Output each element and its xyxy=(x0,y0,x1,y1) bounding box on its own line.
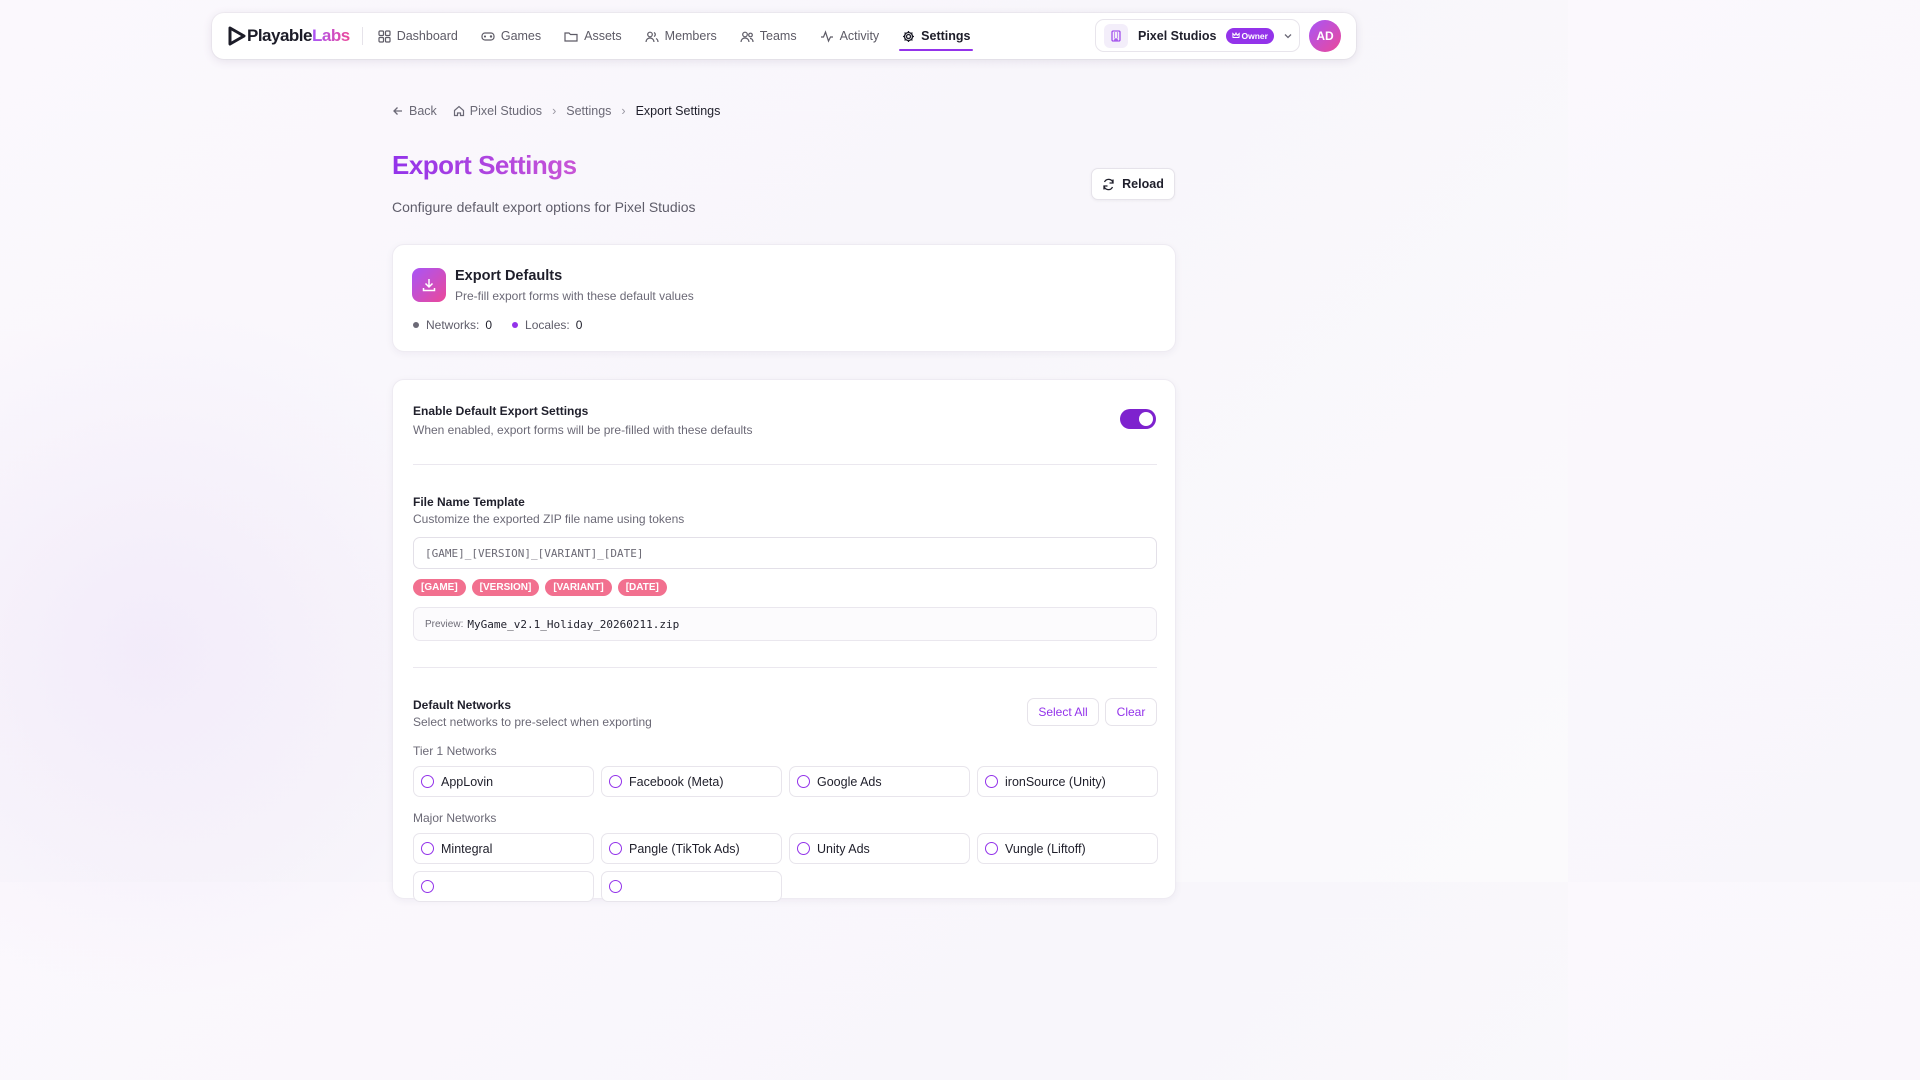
dashboard-icon xyxy=(378,29,391,43)
network-option[interactable]: Pangle (TikTok Ads) xyxy=(601,833,782,864)
nav-item-games[interactable]: Games xyxy=(481,13,541,59)
radio-icon xyxy=(985,775,998,788)
network-option[interactable]: AppLovin xyxy=(413,766,594,797)
card-title: Export Defaults xyxy=(455,268,563,284)
network-option[interactable]: Vungle (Liftoff) xyxy=(977,833,1158,864)
tier1-network-grid: AppLovin Facebook (Meta) Google Ads iron… xyxy=(413,766,1158,797)
divider xyxy=(413,464,1157,465)
export-defaults-card: Export Defaults Pre-fill export forms wi… xyxy=(392,244,1176,352)
nav-label: Settings xyxy=(921,29,971,43)
breadcrumb-current: Export Settings xyxy=(635,104,721,118)
enable-description: When enabled, export forms will be pre-f… xyxy=(413,423,753,437)
network-option[interactable]: Unity Ads xyxy=(789,833,970,864)
enable-defaults-toggle[interactable] xyxy=(1120,409,1156,429)
page-subtitle: Configure default export options for Pix… xyxy=(392,199,696,215)
filename-description: Customize the exported ZIP file name usi… xyxy=(413,512,685,526)
activity-icon xyxy=(820,29,833,43)
nav-label: Teams xyxy=(759,29,797,43)
reload-button[interactable]: Reload xyxy=(1091,168,1175,200)
token-version[interactable]: [VERSION] xyxy=(471,579,540,596)
nav-item-settings[interactable]: Settings xyxy=(899,13,974,59)
chevron-down-icon xyxy=(1284,33,1292,38)
networks-description: Select networks to pre-select when expor… xyxy=(413,715,652,729)
radio-icon xyxy=(797,842,810,855)
radio-icon xyxy=(609,842,622,855)
user-avatar[interactable]: AD xyxy=(1309,20,1341,52)
network-option[interactable]: Facebook (Meta) xyxy=(601,766,782,797)
nav-divider xyxy=(361,27,363,45)
chevron-right-icon: › xyxy=(552,104,557,118)
filename-template-input[interactable]: [GAME]_[VERSION]_[VARIANT]_[DATE] xyxy=(413,537,1157,569)
select-all-button[interactable]: Select All xyxy=(1027,698,1099,726)
card-subtitle: Pre-fill export forms with these default… xyxy=(455,289,694,303)
nav-label: Dashboard xyxy=(396,29,458,43)
radio-icon xyxy=(609,775,622,788)
refresh-icon xyxy=(1103,178,1114,190)
group-title: Major Networks xyxy=(413,811,497,825)
gamepad-icon xyxy=(481,31,495,41)
nav-label: Assets xyxy=(584,29,622,43)
page-title: Export Settings xyxy=(392,150,577,180)
top-navbar: Playable Labs Dashboard Games Assets Memb… xyxy=(212,13,1356,59)
radio-icon xyxy=(609,880,622,893)
teams-icon xyxy=(740,31,754,42)
network-option[interactable] xyxy=(413,871,594,902)
divider xyxy=(413,667,1157,668)
network-option[interactable]: Mintegral xyxy=(413,833,594,864)
filename-label: File Name Template xyxy=(413,495,525,509)
organization-selector[interactable]: Pixel Studios Owner xyxy=(1095,19,1300,52)
radio-icon xyxy=(797,775,810,788)
breadcrumb-item-org[interactable]: Pixel Studios xyxy=(453,104,542,118)
radio-icon xyxy=(421,880,434,893)
token-variant[interactable]: [VARIANT] xyxy=(545,579,612,596)
nav-item-assets[interactable]: Assets xyxy=(564,13,622,59)
nav-label: Games xyxy=(500,29,542,43)
brand-name-part2: Labs xyxy=(312,26,350,45)
organization-name: Pixel Studios xyxy=(1138,28,1217,43)
networks-count: Networks: 0 xyxy=(413,318,492,332)
arrow-left-icon xyxy=(393,107,402,115)
folder-icon xyxy=(564,31,578,42)
play-logo-icon xyxy=(228,26,246,46)
filename-preview: Preview: MyGame_v2.1_Holiday_20260211.zi… xyxy=(413,607,1157,641)
major-network-grid: Mintegral Pangle (TikTok Ads) Unity Ads … xyxy=(413,833,1158,902)
token-game[interactable]: [GAME] xyxy=(413,579,466,596)
radio-icon xyxy=(985,842,998,855)
nav-item-activity[interactable]: Activity xyxy=(820,13,880,59)
chevron-right-icon: › xyxy=(621,104,626,118)
group-title: Tier 1 Networks xyxy=(413,744,497,758)
brand-name-part1: Playable xyxy=(247,26,313,45)
nav-label: Members xyxy=(664,29,717,43)
back-link[interactable]: Back xyxy=(392,104,437,118)
crown-icon xyxy=(1231,32,1240,38)
export-settings-form: Enable Default Export Settings When enab… xyxy=(392,379,1176,902)
radio-icon xyxy=(421,842,434,855)
nav-item-dashboard[interactable]: Dashboard xyxy=(378,13,458,59)
radio-icon xyxy=(421,775,434,788)
token-date[interactable]: [DATE] xyxy=(617,579,667,596)
breadcrumb: Back Pixel Studios › Settings › Export S… xyxy=(392,104,720,118)
members-icon xyxy=(645,31,659,42)
network-option[interactable]: ironSource (Unity) xyxy=(977,766,1158,797)
enable-label: Enable Default Export Settings xyxy=(413,404,589,418)
nav-item-members[interactable]: Members xyxy=(645,13,717,59)
nav-label: Activity xyxy=(839,29,880,43)
download-icon xyxy=(412,268,446,302)
network-option[interactable]: Google Ads xyxy=(789,766,970,797)
locales-count: Locales: 0 xyxy=(512,318,582,332)
role-badge: Owner xyxy=(1225,27,1274,44)
network-option[interactable] xyxy=(601,871,782,902)
breadcrumb-item-settings[interactable]: Settings xyxy=(566,104,611,118)
networks-label: Default Networks xyxy=(413,698,512,712)
nav-item-teams[interactable]: Teams xyxy=(740,13,797,59)
brand-logo[interactable]: Playable Labs xyxy=(225,25,350,47)
token-list: [GAME] [VERSION] [VARIANT] [DATE] xyxy=(413,579,667,596)
building-icon xyxy=(1104,23,1128,48)
gear-icon xyxy=(903,30,915,42)
clear-button[interactable]: Clear xyxy=(1105,698,1157,726)
home-icon xyxy=(453,105,464,117)
